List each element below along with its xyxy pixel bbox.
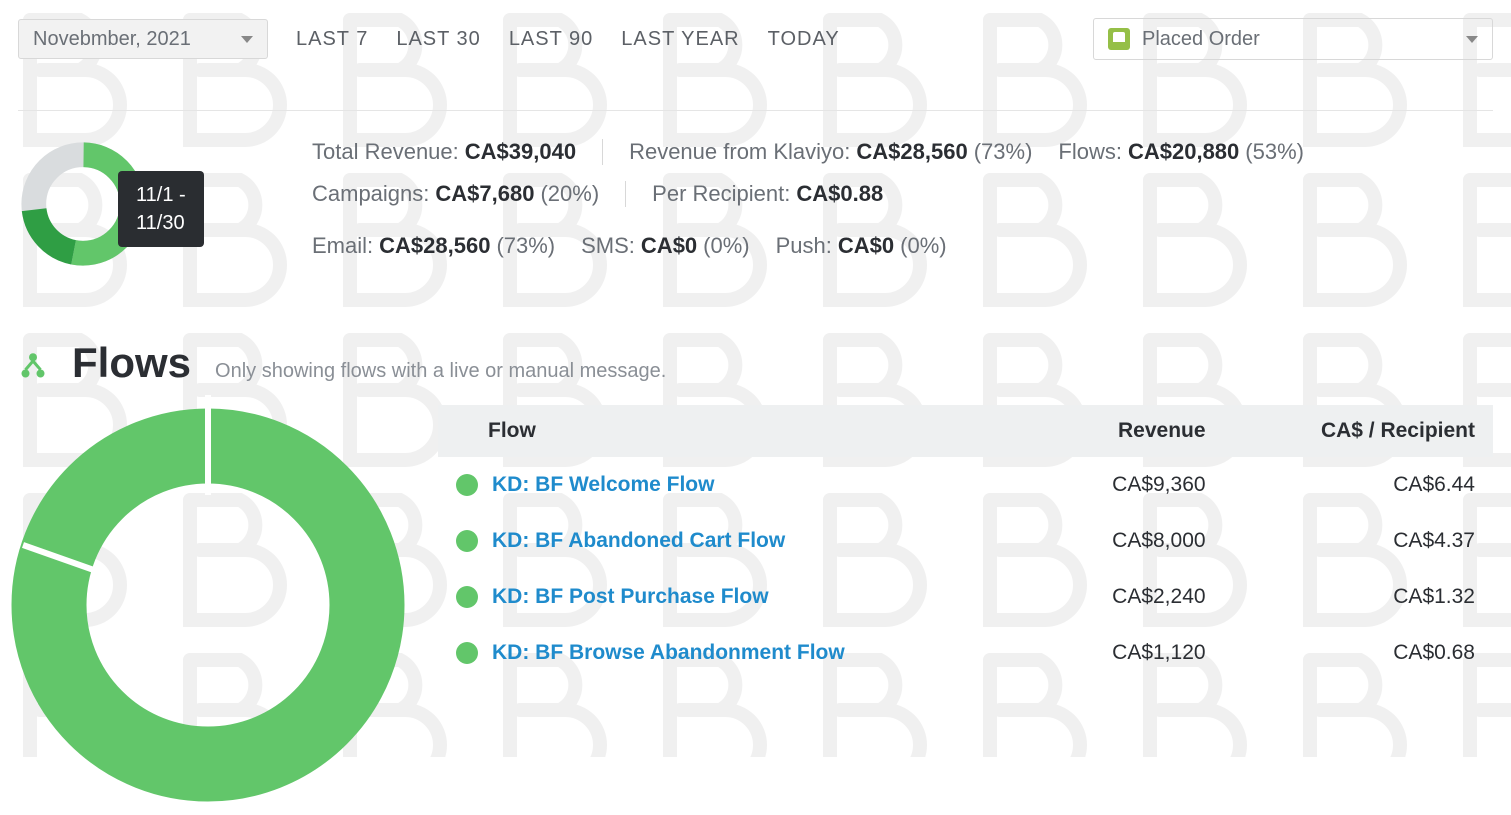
stat-item: Email: CA$28,560 (73%): [312, 233, 581, 259]
stat-item: Campaigns: CA$7,680 (20%): [312, 181, 626, 207]
flows-title: Flows: [72, 339, 191, 387]
stat-item: Push: CA$0 (0%): [776, 233, 973, 259]
revenue-cell: CA$8,000: [1040, 513, 1223, 569]
per-recipient-cell: CA$1.32: [1224, 569, 1493, 625]
range-last-year[interactable]: LAST YEAR: [621, 28, 739, 51]
summary-stats: Total Revenue: CA$39,040 Revenue from Kla…: [312, 139, 1330, 259]
per-recipient-cell: CA$6.44: [1224, 457, 1493, 513]
revenue-cell: CA$1,120: [1040, 625, 1223, 681]
chevron-down-icon: [1466, 36, 1478, 43]
flow-link[interactable]: KD: BF Abandoned Cart Flow: [492, 529, 785, 553]
month-dropdown[interactable]: Novebmber, 2021: [18, 19, 268, 59]
flows-icon: [18, 351, 48, 381]
shopify-icon: [1108, 28, 1130, 50]
range-today[interactable]: TODAY: [768, 28, 840, 51]
table-row: KD: BF Abandoned Cart Flow CA$8,000CA$4.3…: [438, 513, 1493, 569]
col-revenue: Revenue: [1040, 405, 1223, 457]
stat-item: SMS: CA$0 (0%): [581, 233, 776, 259]
summary-donut: 11/1 - 11/30: [18, 139, 148, 269]
status-dot: [456, 474, 478, 496]
flow-link[interactable]: KD: BF Post Purchase Flow: [492, 585, 769, 609]
stat-item: Flows: CA$20,880 (53%): [1058, 139, 1330, 165]
flows-header: Flows Only showing flows with a live or …: [18, 339, 1493, 387]
per-recipient-cell: CA$4.37: [1224, 513, 1493, 569]
table-row: KD: BF Browse Abandonment Flow CA$1,120CA…: [438, 625, 1493, 681]
chevron-down-icon: [241, 36, 253, 43]
metric-dropdown[interactable]: Placed Order: [1093, 18, 1493, 60]
range-last-90[interactable]: LAST 90: [509, 28, 593, 51]
table-row: KD: BF Welcome Flow CA$9,360CA$6.44: [438, 457, 1493, 513]
flow-link[interactable]: KD: BF Welcome Flow: [492, 473, 714, 497]
status-dot: [456, 642, 478, 664]
range-last-7[interactable]: LAST 7: [296, 28, 368, 51]
flows-subtitle: Only showing flows with a live or manual…: [215, 360, 666, 383]
status-dot: [456, 530, 478, 552]
range-last-30[interactable]: LAST 30: [396, 28, 480, 51]
table-row: KD: BF Post Purchase Flow CA$2,240CA$1.32: [438, 569, 1493, 625]
date-range-badge: 11/1 - 11/30: [118, 171, 204, 247]
per-recipient-cell: CA$0.68: [1224, 625, 1493, 681]
summary-row: 11/1 - 11/30 Total Revenue: CA$39,040 Rev…: [18, 139, 1493, 269]
flows-table: Flow Revenue CA$ / Recipient KD: BF Welc…: [438, 405, 1493, 681]
col-flow: Flow: [438, 405, 1040, 457]
stat-item: Total Revenue: CA$39,040: [312, 139, 603, 165]
col-per-recipient: CA$ / Recipient: [1224, 405, 1493, 457]
metric-label: Placed Order: [1142, 28, 1260, 51]
month-label: Novebmber, 2021: [33, 28, 191, 51]
revenue-cell: CA$2,240: [1040, 569, 1223, 625]
revenue-cell: CA$9,360: [1040, 457, 1223, 513]
stat-item: Revenue from Klaviyo: CA$28,560 (73%): [629, 139, 1058, 165]
status-dot: [456, 586, 478, 608]
flows-donut: [18, 405, 418, 725]
topbar: Novebmber, 2021 LAST 7 LAST 30 LAST 90 L…: [18, 18, 1493, 111]
flow-link[interactable]: KD: BF Browse Abandonment Flow: [492, 641, 845, 665]
stat-item: Per Recipient: CA$0.88: [652, 181, 909, 207]
